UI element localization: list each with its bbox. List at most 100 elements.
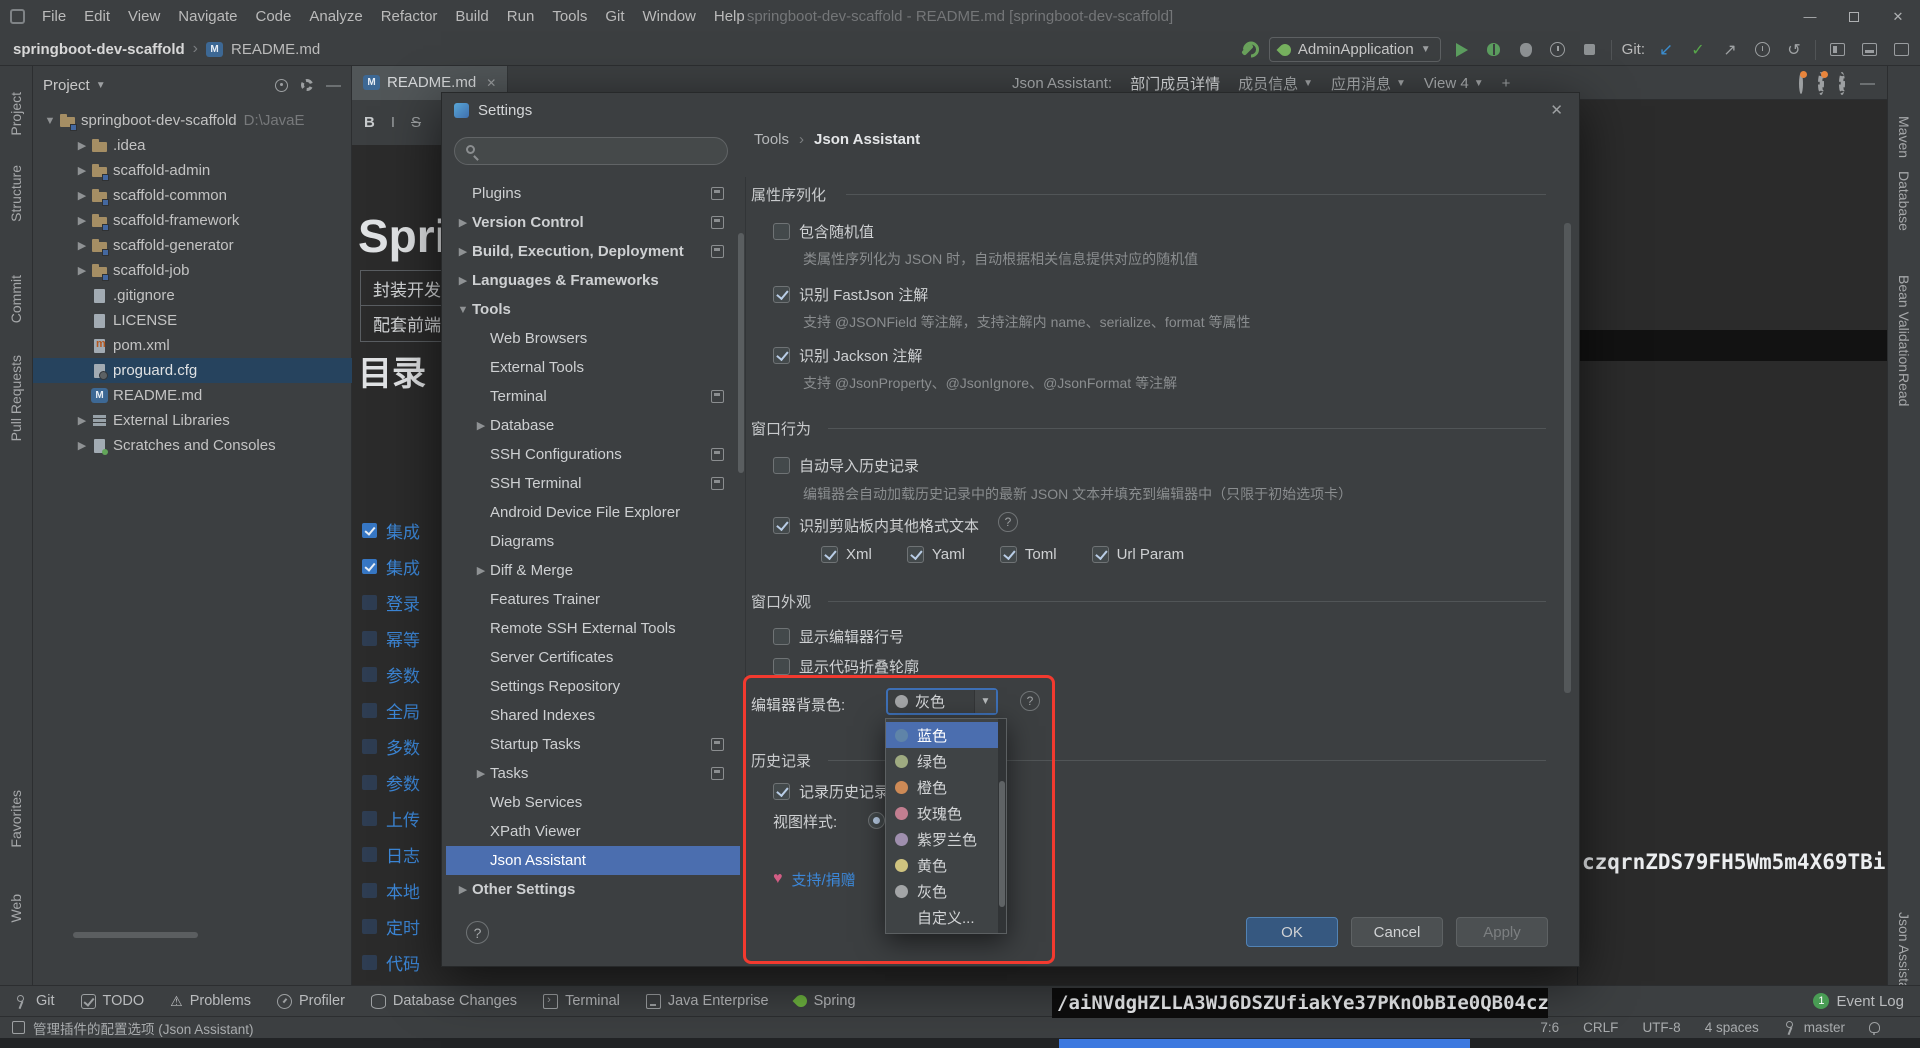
toc-item[interactable]: 参数 <box>362 770 420 795</box>
checkbox-toml[interactable] <box>1000 546 1017 563</box>
checkbox-clipboard-formats[interactable] <box>773 517 790 534</box>
breadcrumb-tools[interactable]: Tools <box>754 131 789 148</box>
tree-row-external-libraries[interactable]: ▶External Libraries <box>33 408 352 433</box>
settings-nav-server-certificates[interactable]: Server Certificates <box>446 643 740 672</box>
settings-nav-shared-indexes[interactable]: Shared Indexes <box>446 701 740 730</box>
grid-icon[interactable] <box>1890 39 1912 61</box>
help-icon[interactable]: ? <box>1020 691 1040 711</box>
checkbox-fastjson[interactable] <box>773 286 790 303</box>
settings-nav-plugins[interactable]: Plugins <box>446 179 740 208</box>
view-tab-dept-members[interactable]: 部门成员详情 <box>1130 73 1220 94</box>
dropdown-item-blue[interactable]: 蓝色 <box>886 722 1006 748</box>
update-project-icon[interactable]: ↙ <box>1655 39 1677 61</box>
history-icon[interactable] <box>1751 39 1773 61</box>
menu-item-file[interactable]: File <box>33 0 75 33</box>
dropdown-item-gray[interactable]: 灰色 <box>886 878 1006 904</box>
dropdown-item-rose[interactable]: 玫瑰色 <box>886 800 1006 826</box>
checkbox-jackson[interactable] <box>773 347 790 364</box>
nav-scrollbar[interactable] <box>738 233 744 473</box>
ok-button[interactable]: OK <box>1246 917 1338 947</box>
close-icon[interactable]: ✕ <box>1876 0 1920 33</box>
toc-item[interactable]: 幂等 <box>362 626 420 651</box>
stripe-project[interactable]: Project <box>8 92 24 136</box>
tree-row-license[interactable]: LICENSE <box>33 308 352 333</box>
commit-icon[interactable]: ✓ <box>1687 39 1709 61</box>
checkbox-record-history[interactable] <box>773 783 790 800</box>
menu-item-edit[interactable]: Edit <box>75 0 119 33</box>
hide-panel-icon[interactable]: — <box>326 77 341 94</box>
settings-nav-terminal[interactable]: Terminal <box>446 382 740 411</box>
settings-nav-external-tools[interactable]: External Tools <box>446 353 740 382</box>
settings-nav-version-control[interactable]: ▶Version Control <box>446 208 740 237</box>
stop-icon[interactable] <box>1579 39 1601 61</box>
tree-row-idea[interactable]: ▶.idea <box>33 133 352 158</box>
stripe-maven[interactable]: Maven <box>1896 116 1912 158</box>
stripe-pull-requests[interactable]: Pull Requests <box>8 355 24 441</box>
settings-nav-features-trainer[interactable]: Features Trainer <box>446 585 740 614</box>
settings-nav-build-execution-deployment[interactable]: ▶Build, Execution, Deployment <box>446 237 740 266</box>
italic-icon[interactable]: I <box>391 114 395 131</box>
checkbox-auto-import[interactable] <box>773 457 790 474</box>
add-view-icon[interactable]: + <box>1502 75 1511 92</box>
checkbox-yaml[interactable] <box>907 546 924 563</box>
settings-nav-settings-repository[interactable]: Settings Repository <box>446 672 740 701</box>
tree-row-gitignore[interactable]: .gitignore <box>33 283 352 308</box>
layout-icon[interactable] <box>1858 39 1880 61</box>
tree-row-scaffold-admin[interactable]: ▶scaffold-admin <box>33 158 352 183</box>
content-scrollbar[interactable] <box>1564 223 1571 693</box>
settings-nav-startup-tasks[interactable]: Startup Tasks <box>446 730 740 759</box>
settings-nav-languages-frameworks[interactable]: ▶Languages & Frameworks <box>446 266 740 295</box>
stripe-favorites[interactable]: Favorites <box>8 790 24 848</box>
menu-item-code[interactable]: Code <box>246 0 300 33</box>
stripe-database[interactable]: Database <box>1896 171 1912 231</box>
profiler-icon[interactable] <box>1547 39 1569 61</box>
indent-setting[interactable]: 4 spaces <box>1705 1020 1759 1035</box>
apply-button[interactable]: Apply <box>1456 917 1548 947</box>
settings-nav-tools[interactable]: ▼Tools <box>446 295 740 324</box>
stripe-bean-validation[interactable]: Bean Validation <box>1896 275 1912 372</box>
dropdown-item-orange[interactable]: 橙色 <box>886 774 1006 800</box>
file-encoding[interactable]: UTF-8 <box>1642 1020 1680 1035</box>
breadcrumb-project[interactable]: springboot-dev-scaffold <box>13 41 185 58</box>
toolbar-problems[interactable]: ⚠Problems <box>170 993 251 1010</box>
maximize-icon[interactable] <box>1832 0 1876 33</box>
view-tab-view4[interactable]: View 4▼ <box>1424 75 1484 92</box>
dropdown-item-violet[interactable]: 紫罗兰色 <box>886 826 1006 852</box>
help-icon[interactable]: ? <box>998 512 1018 532</box>
dialog-help-icon[interactable]: ? <box>466 921 489 944</box>
tree-row-root[interactable]: ▼springboot-dev-scaffoldD:\JavaE <box>33 108 352 133</box>
gear-icon[interactable] <box>1839 75 1845 92</box>
toolbar-todo[interactable]: TODO <box>81 993 145 1009</box>
toolbar-profiler[interactable]: Profiler <box>277 993 345 1009</box>
caret-position[interactable]: 7:6 <box>1540 1020 1559 1035</box>
hide-panel-icon[interactable]: — <box>1860 75 1875 92</box>
tree-row-scratches[interactable]: ▶Scratches and Consoles <box>33 433 352 458</box>
event-log-button[interactable]: 1Event Log <box>1813 993 1904 1010</box>
toc-item[interactable]: 集成 <box>362 554 420 579</box>
toolbar-database-changes[interactable]: Database Changes <box>371 993 517 1009</box>
push-icon[interactable]: ↗ <box>1719 39 1741 61</box>
remote-dev-icon[interactable] <box>1826 39 1848 61</box>
toc-item[interactable]: 日志 <box>362 842 420 867</box>
tree-row-readme[interactable]: MREADME.md <box>33 383 352 408</box>
horizontal-scrollbar[interactable] <box>73 932 198 938</box>
view-tab-app-message[interactable]: 应用消息▼ <box>1331 73 1406 94</box>
toc-item[interactable]: 参数 <box>362 662 420 687</box>
toc-item[interactable]: 上传 <box>362 806 420 831</box>
checkbox-url-param[interactable] <box>1092 546 1109 563</box>
dropdown-item-custom[interactable]: 自定义... <box>886 904 1006 930</box>
toc-item[interactable]: 集成 <box>362 518 420 543</box>
view-tab-member-info[interactable]: 成员信息▼ <box>1238 73 1313 94</box>
toolbar-spring[interactable]: Spring <box>795 993 856 1009</box>
checkbox-line-numbers[interactable] <box>773 628 790 645</box>
refresh-icon[interactable] <box>1799 75 1803 92</box>
tree-row-scaffold-generator[interactable]: ▶scaffold-generator <box>33 233 352 258</box>
checkbox-folding-outline[interactable] <box>773 658 790 675</box>
run-config-select[interactable]: AdminApplication ▼ <box>1269 37 1441 62</box>
notification-icon[interactable] <box>1869 1022 1880 1033</box>
coverage-icon[interactable] <box>1515 39 1537 61</box>
cancel-button[interactable]: Cancel <box>1351 917 1443 947</box>
settings-nav-remote-ssh-external-tools[interactable]: Remote SSH External Tools <box>446 614 740 643</box>
menu-item-analyze[interactable]: Analyze <box>300 0 371 33</box>
close-tab-icon[interactable]: ✕ <box>486 76 496 90</box>
